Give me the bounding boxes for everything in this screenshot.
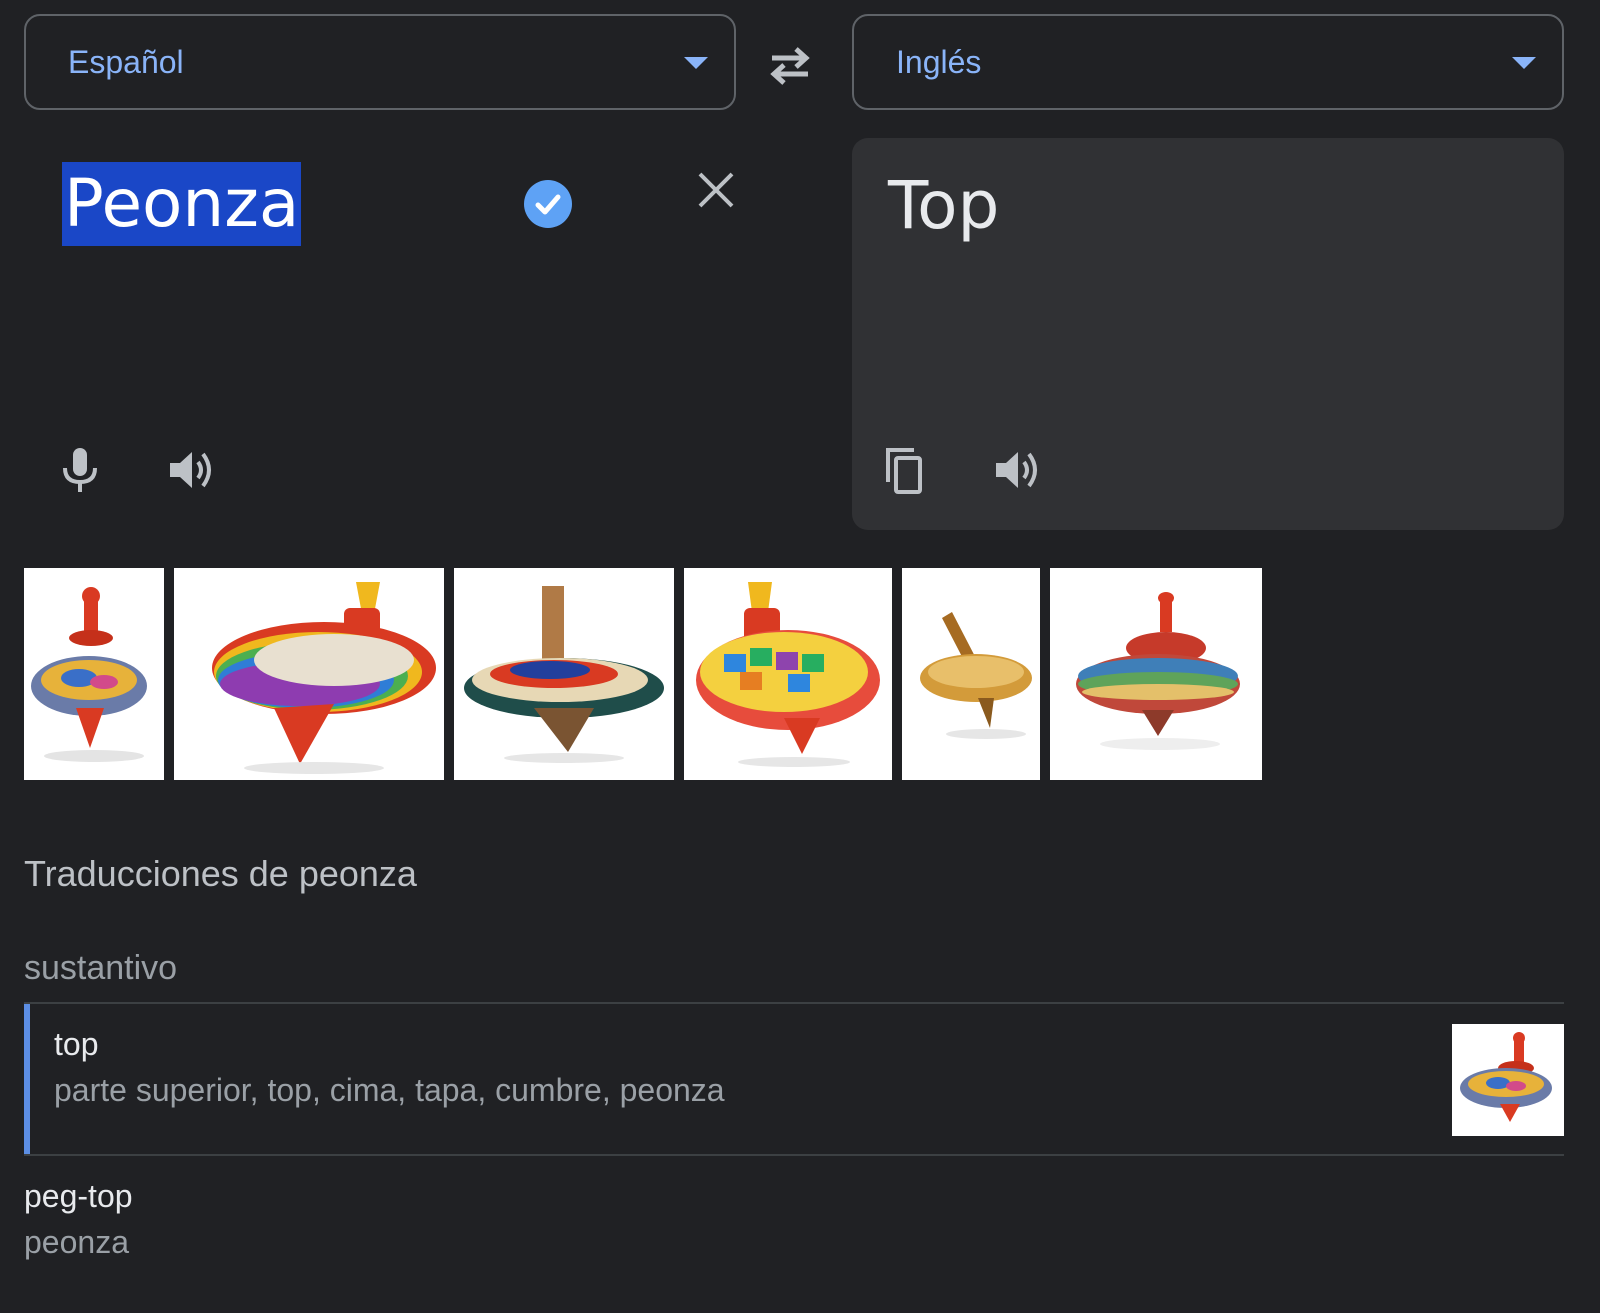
translation-entry[interactable]: peg-top peonza — [24, 1176, 1564, 1286]
swap-icon — [770, 47, 810, 85]
target-panel: Top — [852, 138, 1564, 530]
entry-image — [1452, 1024, 1564, 1136]
spinning-top-image[interactable] — [174, 568, 444, 780]
translation-entry[interactable]: top parte superior, top, cima, tapa, cum… — [24, 1004, 1564, 1154]
swap-languages-button[interactable] — [762, 38, 818, 94]
part-of-speech-label: sustantivo — [24, 949, 178, 987]
spinning-top-image[interactable] — [684, 568, 892, 780]
target-language-select[interactable]: Inglés — [852, 14, 1564, 110]
chevron-down-icon — [1512, 57, 1536, 69]
target-language-label: Inglés — [896, 44, 982, 80]
source-panel: Peonza — [24, 138, 736, 530]
microphone-icon — [63, 448, 97, 492]
spinning-top-image[interactable] — [1050, 568, 1262, 780]
copy-translation-button[interactable] — [880, 444, 932, 496]
source-language-label: Español — [68, 44, 184, 80]
entry-synonyms: peonza — [24, 1224, 129, 1260]
entry-word: top — [54, 1026, 99, 1062]
voice-input-button[interactable] — [54, 444, 106, 496]
clear-text-button[interactable] — [694, 168, 738, 212]
verified-check-icon — [524, 180, 572, 228]
spinning-top-image[interactable] — [454, 568, 674, 780]
listen-translation-button[interactable] — [992, 444, 1044, 496]
spinning-top-image[interactable] — [24, 568, 164, 780]
translation-text: Top — [888, 167, 1000, 244]
chevron-down-icon — [684, 57, 708, 69]
copy-icon — [886, 448, 922, 494]
translations-heading: Traducciones de peonza — [24, 853, 417, 894]
close-icon — [698, 172, 734, 208]
entry-word: peg-top — [24, 1178, 133, 1214]
source-text-input[interactable]: Peonza — [62, 162, 302, 246]
speaker-icon — [170, 452, 211, 488]
source-language-select[interactable]: Español — [24, 14, 736, 110]
entry-synonyms: parte superior, top, cima, tapa, cumbre,… — [54, 1072, 725, 1108]
spinning-top-image[interactable] — [902, 568, 1040, 780]
speaker-icon — [996, 452, 1037, 488]
listen-source-button[interactable] — [166, 444, 218, 496]
divider — [24, 1154, 1564, 1156]
